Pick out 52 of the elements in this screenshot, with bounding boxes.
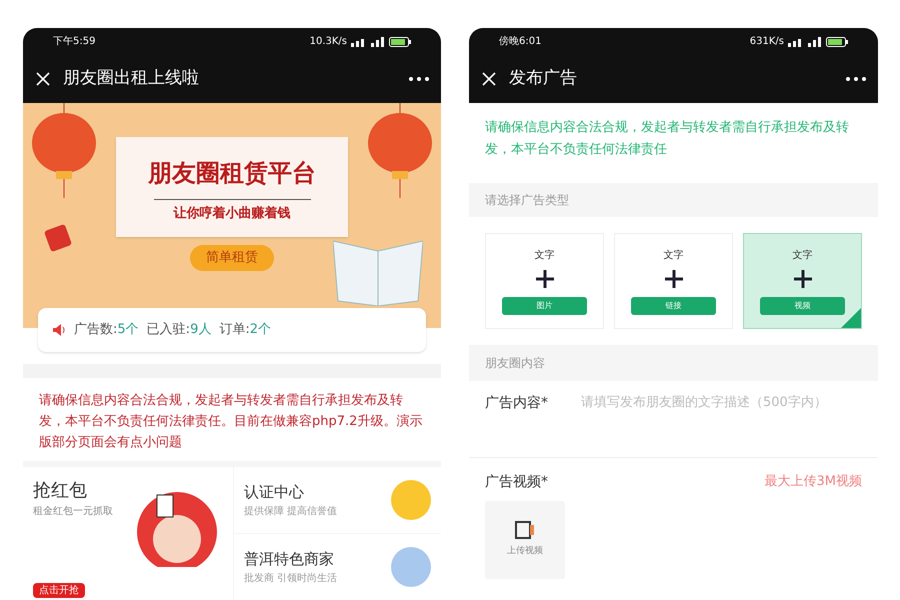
banner-badge: 简单租赁: [190, 245, 274, 270]
notice-text: 请确保信息内容合法合规，发起者与转发者需自行承担发布及转发，本平台不负责任何法律责任: [484, 119, 850, 159]
feature-title: 普洱特色商家: [244, 549, 335, 570]
promo-title: 抢红包: [33, 479, 88, 503]
ad-type-card[interactable]: 文字 链接: [614, 233, 733, 329]
lantern-icon: [365, 103, 435, 198]
video-icon: [515, 521, 535, 540]
plus-icon: [664, 269, 684, 289]
type-button: 链接: [631, 297, 716, 315]
stat-text: 广告数:5个: [74, 321, 139, 340]
signal-icon: [788, 36, 822, 46]
type-label: 文字: [792, 248, 812, 263]
feature-subtitle: 提供保障 提高信誉值: [244, 504, 338, 519]
start-button[interactable]: 点击开抢: [33, 583, 85, 598]
plus-icon: [534, 269, 554, 289]
section-header: 请选择广告类型: [469, 183, 878, 217]
feature-subtitle: 批发商 引领时尚生活: [244, 572, 338, 586]
ad-type-card[interactable]: 文字 图片: [485, 233, 604, 329]
upload-hint: 最大上传3M视频: [764, 473, 862, 491]
signal-icon: [351, 36, 385, 46]
ad-type-card[interactable]: 文字 视频: [743, 233, 862, 329]
type-label: 文字: [534, 248, 554, 263]
feature-title: 认证中心: [244, 482, 305, 504]
status-time: 傍晚6:01: [499, 34, 542, 49]
lantern-icon: [29, 103, 99, 198]
page-title: 发布广告: [509, 67, 578, 90]
status-time: 下午5:59: [53, 35, 96, 49]
battery-icon: [389, 36, 411, 46]
page-title: 朋友圈出租上线啦: [63, 67, 200, 90]
banner-headline: 朋友圈租赁平台: [148, 158, 316, 189]
banner-slogan: 让你哼着小曲赚着钱: [154, 199, 310, 224]
more-icon: [846, 77, 866, 81]
network-speed: 10.3K/s: [310, 35, 347, 49]
content-input[interactable]: 请填写发布朋友圈的文字描述（500字内）: [581, 393, 862, 437]
more-icon: [409, 77, 429, 81]
field-label: 广告视频*: [485, 473, 548, 492]
section-header: 朋友圈内容: [469, 345, 878, 381]
type-button: 视频: [760, 297, 845, 315]
type-label: 文字: [664, 248, 684, 263]
battery-icon: [826, 36, 848, 46]
network-speed: 631K/s: [750, 35, 784, 49]
promo-subtitle: 租金红包一元抓取: [33, 505, 114, 519]
field-label: 广告内容*: [485, 394, 549, 413]
type-button: 图片: [502, 297, 587, 315]
stat-text: 已入驻:9人: [146, 321, 212, 340]
close-icon: [35, 71, 51, 87]
notice-text: 请确保信息内容合法合规，发起者与转发者需自行承担发布及转发，本平台不负责任何法律责任。目前在做兼容php7.2升级。演示版部分页面会有点小问题: [38, 392, 424, 452]
plus-icon: [792, 269, 812, 289]
close-icon: [481, 71, 497, 87]
check-corner-icon: [841, 308, 861, 328]
speaker-icon: [52, 323, 66, 337]
stat-text: 订单:2个: [219, 321, 272, 340]
